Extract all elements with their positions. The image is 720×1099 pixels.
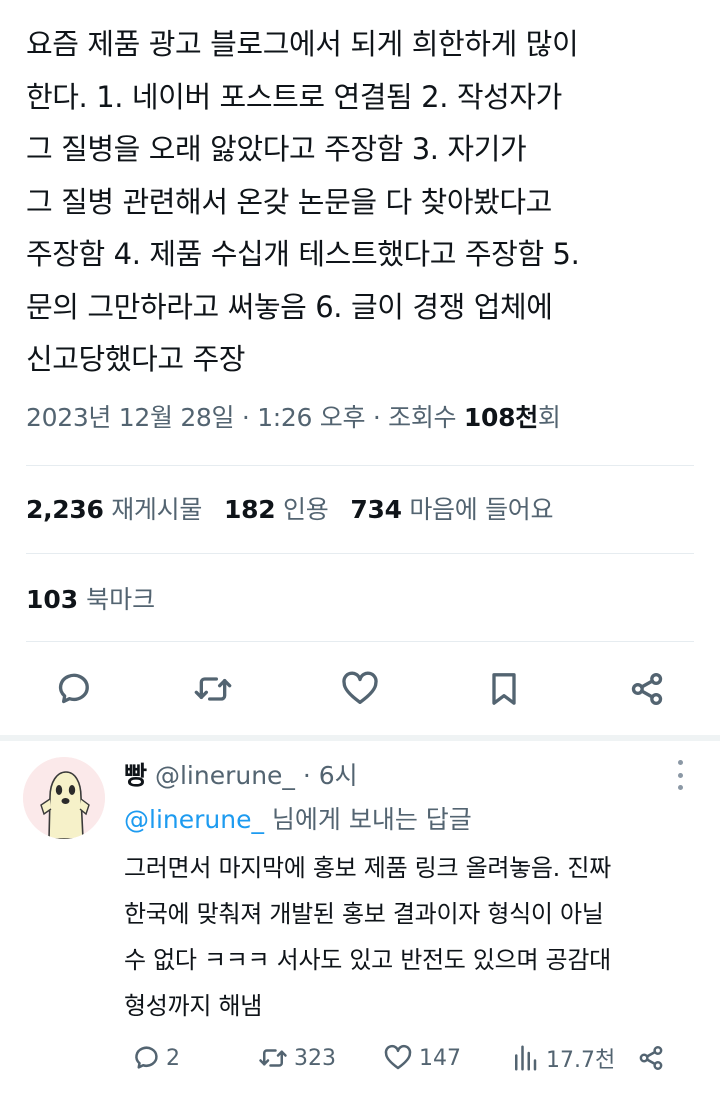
share-icon <box>639 1046 663 1070</box>
bookmarks-count: 103 <box>26 585 79 614</box>
quotes-count: 182 <box>224 495 276 524</box>
reply-header: 빵 @linerune_ · 6시 <box>124 756 358 792</box>
tweet-date[interactable]: 2023년 12월 28일 <box>26 403 235 432</box>
tweet-text-line: 한다. 1. 네이버 포스트로 연결됨 2. 작성자가 <box>26 79 562 114</box>
tweet-text-line: 그 질병 관련해서 온갖 논문을 다 찾아봤다고 <box>26 184 552 219</box>
quotes-label: 인용 <box>283 495 329 524</box>
more-options-button[interactable] <box>670 760 690 790</box>
share-icon <box>631 673 663 705</box>
replying-to: @linerune_ 님에게 보내는 답글 <box>124 800 472 836</box>
reply-button[interactable] <box>49 666 95 712</box>
section-separator <box>0 735 720 741</box>
meta-separator: · <box>234 403 258 432</box>
bookmarks-label: 북마크 <box>86 585 156 614</box>
reply-icon <box>135 1046 158 1069</box>
reply-text-line: 수 없다 ㅋㅋㅋ 서사도 있고 반전도 있으며 공감대 <box>124 946 611 974</box>
reply-text-line: 형성까지 해냄 <box>124 992 263 1020</box>
views-count: 108천 <box>463 403 538 432</box>
repost-button[interactable] <box>190 666 236 712</box>
reply-author-handle[interactable]: @linerune_ <box>155 761 295 790</box>
likes-label: 마음에 들어요 <box>409 495 554 524</box>
tweet-text-line: 요즘 제품 광고 블로그에서 되게 희한하게 많이 <box>26 27 579 61</box>
divider <box>26 641 694 642</box>
tweet-text-line: 문의 그만하라고 써놓음 6. 글이 경쟁 업체에 <box>26 289 553 324</box>
tweet-text-line: 신고당했다고 주장 <box>26 342 246 376</box>
views-unit: 회 <box>537 403 561 432</box>
views-label: 조회수 <box>388 403 464 432</box>
tweet-meta: 2023년 12월 28일 · 1:26 오후 · 조회수 108천회 <box>26 398 561 434</box>
reposts-stat[interactable]: 2,236 재게시물 <box>26 495 224 524</box>
bookmark-icon <box>492 673 516 705</box>
heart-icon <box>384 1044 412 1070</box>
reply-icon <box>58 673 89 704</box>
bookmark-button[interactable] <box>481 666 527 712</box>
reply-text-line: 한국에 맞춰져 개발된 홍보 결과이자 형식이 아닐 <box>124 900 604 928</box>
meta-separator: · <box>365 403 389 432</box>
reply-author-name[interactable]: 빵 <box>124 761 147 790</box>
reply-repost-button[interactable]: 323 <box>258 1040 336 1076</box>
replying-to-mention[interactable]: @linerune_ <box>124 805 264 834</box>
reply-views-count: 17.7천 <box>546 1048 616 1073</box>
reply-time[interactable]: 6시 <box>319 761 358 790</box>
more-dot-icon <box>677 760 683 765</box>
reply-replies-count: 2 <box>166 1045 180 1071</box>
divider <box>26 465 694 466</box>
engagement-stats: 2,236 재게시물 182 인용 734 마음에 들어요 <box>26 490 575 526</box>
reposts-label: 재게시물 <box>111 495 203 524</box>
tweet-text-line: 그 질병을 오래 앓았다고 주장함 3. 자기가 <box>26 132 527 166</box>
more-dot-icon <box>677 785 683 790</box>
share-button[interactable] <box>624 666 670 712</box>
likes-count: 734 <box>350 495 402 524</box>
reply-views-button[interactable]: 17.7천 <box>510 1040 615 1076</box>
avatar-character-image <box>23 757 105 839</box>
reply-reposts-count: 323 <box>294 1045 336 1071</box>
tweet-text-line: 주장함 4. 제품 수십개 테스트했다고 주장함 5. <box>26 237 580 271</box>
repost-icon <box>259 1049 287 1067</box>
reply-like-button[interactable]: 147 <box>383 1040 461 1076</box>
quotes-stat[interactable]: 182 인용 <box>224 495 350 524</box>
heart-icon <box>342 671 378 704</box>
reply-text-line: 그러면서 마지막에 홍보 제품 링크 올려놓음. 진짜 <box>124 854 611 882</box>
reply-separator: · <box>294 761 319 790</box>
repost-icon <box>194 677 232 701</box>
divider <box>26 553 694 554</box>
reply-likes-count: 147 <box>419 1045 461 1071</box>
bookmarks-stat[interactable]: 103 북마크 <box>26 580 155 616</box>
views-chart-icon <box>515 1045 537 1071</box>
reposts-count: 2,236 <box>26 495 104 524</box>
more-dot-icon <box>677 772 683 778</box>
reply-text: 그러면서 마지막에 홍보 제품 링크 올려놓음. 진짜 한국에 맞춰져 개발된 … <box>124 845 704 1029</box>
reply-reply-button[interactable]: 2 <box>130 1040 180 1076</box>
reply-share-button[interactable] <box>636 1040 672 1076</box>
tweet-text: 요즘 제품 광고 블로그에서 되게 희한하게 많이 한다. 1. 네이버 포스트… <box>26 18 706 386</box>
tweet-time[interactable]: 1:26 오후 <box>257 403 365 432</box>
reply-action-bar: 2 323 147 17.7천 <box>0 1040 720 1076</box>
likes-stat[interactable]: 734 마음에 들어요 <box>350 495 575 524</box>
tweet-action-bar <box>0 666 720 712</box>
like-button[interactable] <box>337 666 383 712</box>
replying-to-label: 님에게 보내는 답글 <box>263 805 472 834</box>
avatar[interactable] <box>23 757 105 839</box>
